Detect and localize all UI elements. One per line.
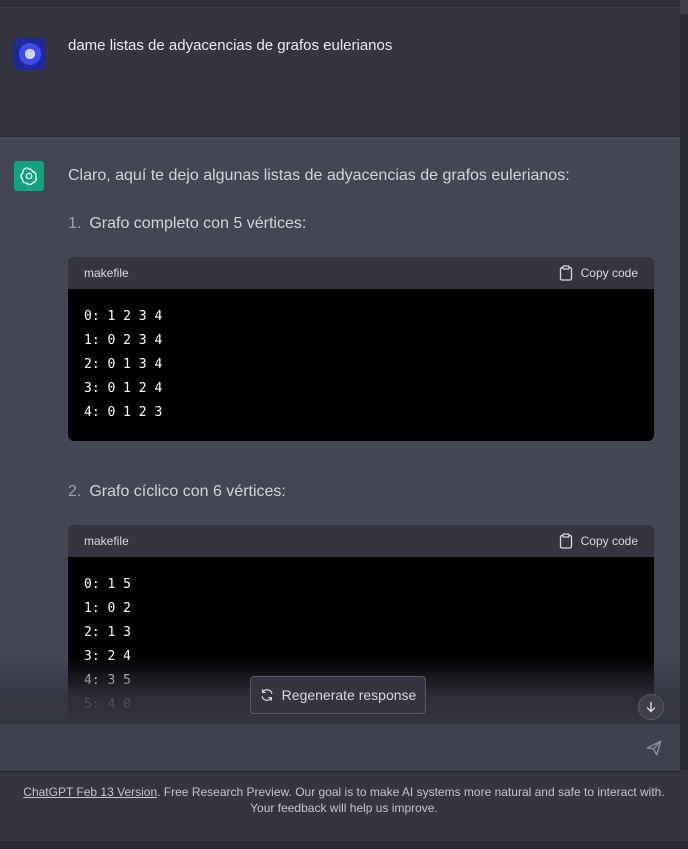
code-line: 2: 0 1 3 4: [84, 357, 163, 372]
copy-code-button[interactable]: Copy code: [559, 533, 638, 549]
list-item-2: 2. Grafo cíclico con 6 vértices:: [68, 483, 286, 501]
clipboard-icon: [559, 265, 572, 281]
copy-code-label: Copy code: [580, 534, 638, 548]
footer-disclaimer: ChatGPT Feb 13 Version. Free Research Pr…: [0, 784, 688, 816]
copy-code-button[interactable]: Copy code: [559, 265, 638, 281]
code-line: 0: 1 5: [84, 577, 131, 592]
openai-logo-icon: [14, 161, 44, 191]
chat-input-area: [0, 724, 680, 772]
version-link[interactable]: ChatGPT Feb 13 Version: [23, 785, 157, 799]
list-title: Grafo completo con 5 vértices:: [89, 215, 307, 232]
code-language: makefile: [84, 266, 129, 280]
code-header: makefile Copy code: [68, 525, 654, 557]
scroll-to-bottom-button[interactable]: [638, 694, 664, 720]
arrow-down-icon: [646, 701, 656, 713]
code-line: 0: 1 2 3 4: [84, 309, 163, 324]
code-line: 2: 1 3: [84, 625, 131, 640]
user-message-text: dame listas de adyacencias de grafos eul…: [68, 37, 393, 54]
code-line: 1: 0 2: [84, 601, 131, 616]
scrollbar-track[interactable]: [680, 0, 688, 770]
refresh-icon: [261, 689, 273, 701]
footer-text: . Free Research Preview. Our goal is to …: [157, 785, 665, 815]
user-message: dame listas de adyacencias de grafos eul…: [0, 8, 680, 137]
code-language: makefile: [84, 534, 129, 548]
code-header: makefile Copy code: [68, 257, 654, 289]
code-line: 3: 2 4: [84, 649, 131, 664]
clipboard-icon: [559, 533, 572, 549]
list-title: Grafo cíclico con 6 vértices:: [89, 483, 286, 500]
code-body: 0: 1 2 3 4 1: 0 2 3 4 2: 0 1 3 4 3: 0 1 …: [68, 289, 654, 441]
user-avatar-icon: [14, 38, 46, 70]
send-icon[interactable]: [645, 739, 663, 757]
regenerate-label: Regenerate response: [281, 687, 417, 703]
assistant-message: Claro, aquí te dejo algunas listas de ad…: [0, 137, 680, 724]
code-line: 1: 0 2 3 4: [84, 333, 163, 348]
code-line: 3: 0 1 2 4: [84, 381, 163, 396]
top-strip: [0, 0, 680, 8]
list-number: 1.: [68, 215, 82, 232]
list-item-1: 1. Grafo completo con 5 vértices:: [68, 215, 306, 233]
regenerate-response-button[interactable]: Regenerate response: [250, 676, 426, 714]
chat-input[interactable]: [14, 732, 618, 764]
code-block: makefile Copy code 0: 1 2 3 4 1: 0 2 3 4…: [68, 257, 654, 441]
copy-code-label: Copy code: [580, 266, 638, 280]
scrollbar-thumb[interactable]: [680, 0, 688, 14]
assistant-intro-text: Claro, aquí te dejo algunas listas de ad…: [68, 167, 570, 184]
list-number: 2.: [68, 483, 82, 500]
code-line: 4: 0 1 2 3: [84, 405, 163, 420]
